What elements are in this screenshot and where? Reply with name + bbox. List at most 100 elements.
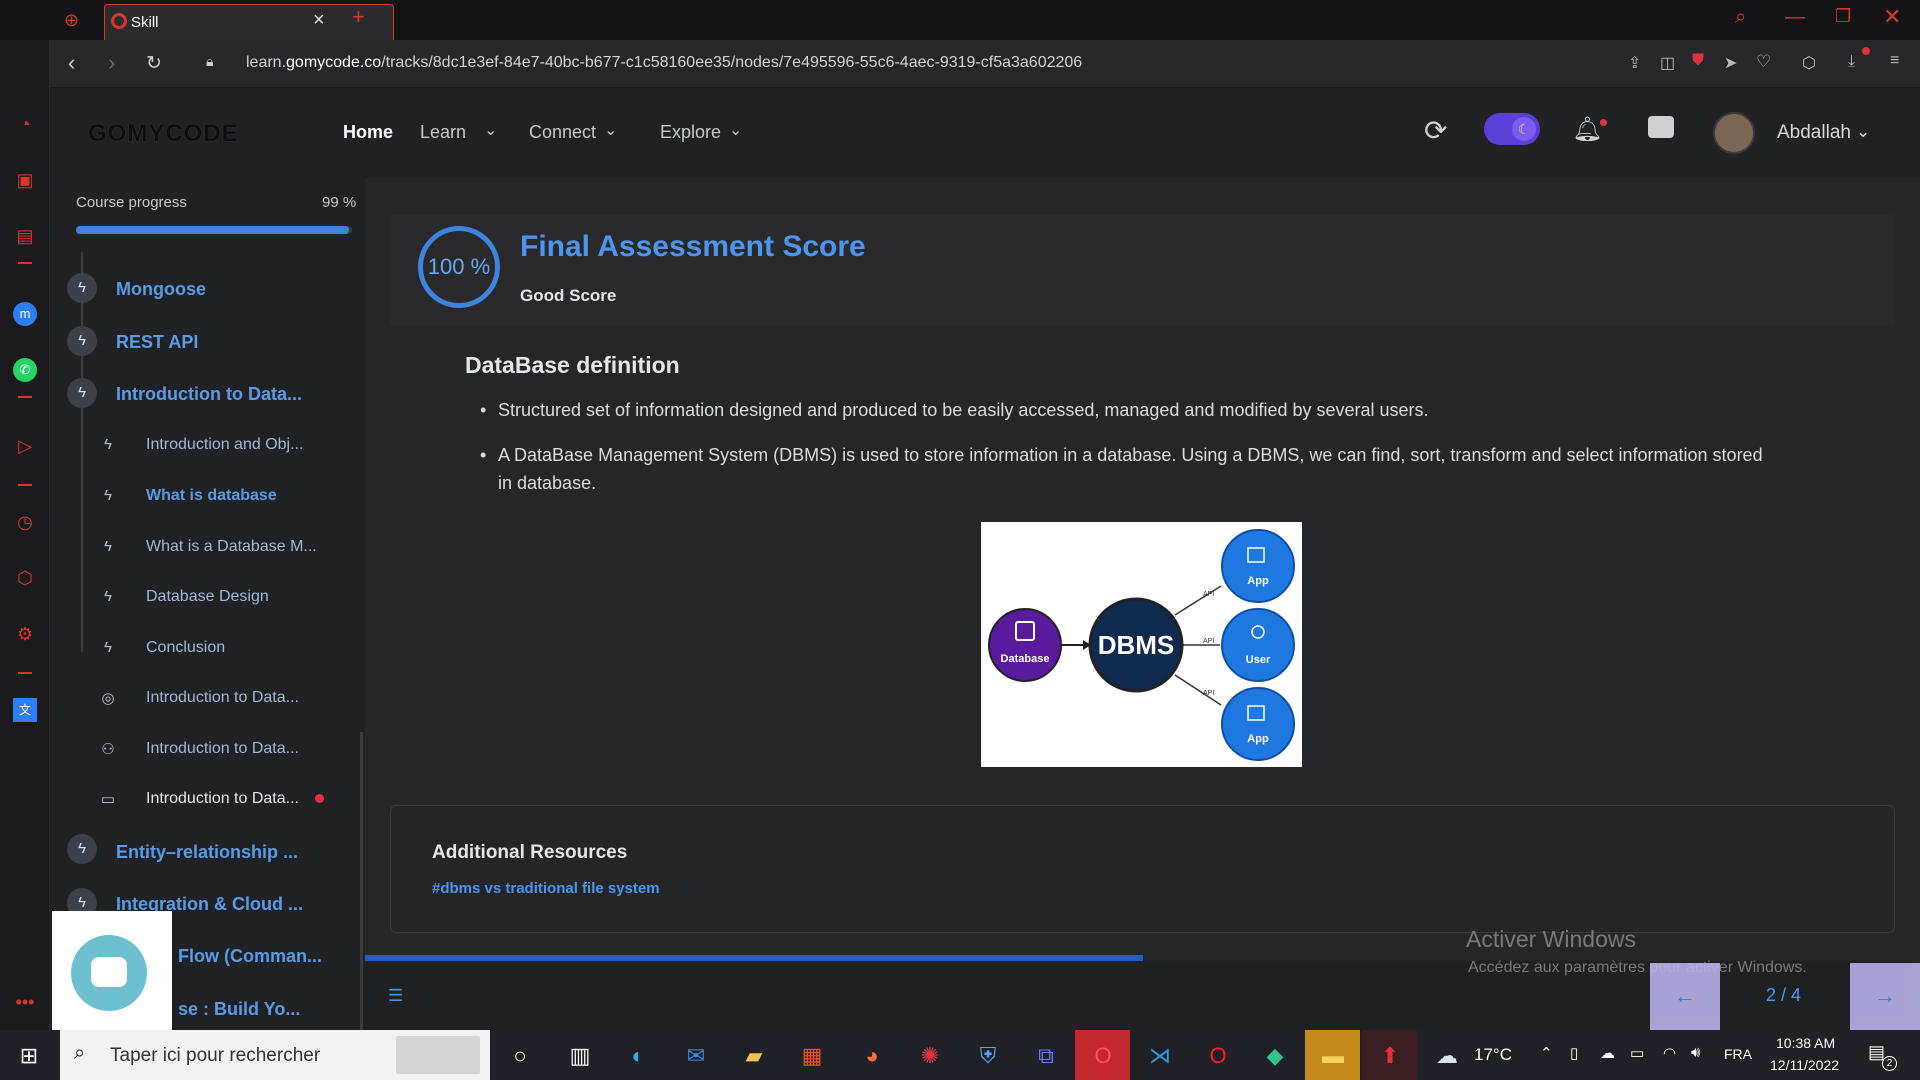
history-icon[interactable]: ◷ <box>13 510 37 534</box>
url-field[interactable]: learn.gomycode.co/tracks/8dc1e3ef-84e7-4… <box>246 54 1082 72</box>
restore-icon[interactable]: ❐ <box>1835 6 1851 27</box>
lesson-item[interactable]: Introduction to Data... <box>146 689 299 707</box>
adblock-icon[interactable]: ⛊ <box>1692 52 1704 70</box>
gomycode-logo[interactable]: GOMYCODE <box>88 120 239 148</box>
forward-icon[interactable]: › <box>108 50 115 76</box>
git-icon[interactable]: ◆ <box>1260 1041 1290 1071</box>
download-icon[interactable]: ⤓ <box>1848 53 1855 71</box>
resource-link[interactable]: #dbms vs traditional file system <box>432 880 660 897</box>
more-icon[interactable]: ••• <box>13 990 37 1014</box>
battery-icon[interactable]: ▭ <box>1630 1044 1644 1062</box>
device-icon[interactable]: ▯ <box>1570 1044 1578 1062</box>
next-button[interactable]: → <box>1850 963 1920 1030</box>
volume-icon[interactable]: 🔊︎ <box>1691 1044 1700 1061</box>
store-icon[interactable]: ▦ <box>797 1041 827 1071</box>
reload-icon[interactable]: ↻ <box>146 52 162 75</box>
new-tab-icon[interactable]: + <box>352 4 365 30</box>
previous-button[interactable]: ← <box>1650 963 1720 1030</box>
browser-sidebar: O ◔ ▣ ▤ m ✆ ▷ ◷ ⬡ ⚙ 文 ••• <box>0 0 50 1030</box>
vscode-icon[interactable]: ⋊ <box>1145 1041 1175 1071</box>
sidebar-scrollbar[interactable] <box>360 732 363 1030</box>
chapter-rest-api[interactable]: REST API <box>116 332 198 353</box>
chapter-entity-relationship[interactable]: Entity–relationship ... <box>116 842 298 863</box>
back-icon[interactable]: ‹ <box>68 50 75 76</box>
windows-start-icon[interactable]: ⊞ <box>14 1041 44 1071</box>
lesson-item[interactable]: Introduction to Data... <box>146 790 299 808</box>
settings-icon[interactable]: ⚙ <box>13 622 37 646</box>
heart-icon[interactable]: ♡ <box>1756 52 1771 72</box>
avast-icon[interactable]: ✺ <box>915 1041 945 1071</box>
weather-temp[interactable]: 17°C <box>1474 1045 1512 1065</box>
section-heading: DataBase definition <box>465 352 680 378</box>
easy-setup-icon[interactable]: ≡ <box>1890 52 1899 70</box>
user-name[interactable]: Abdallah <box>1777 122 1851 144</box>
watermark-title: Activer Windows <box>1466 926 1636 952</box>
folder-icon[interactable]: ▬ <box>1318 1041 1348 1071</box>
bell-icon[interactable]: 🔔︎ <box>1572 115 1602 144</box>
course-progress-fill <box>76 226 350 234</box>
search-tabs-icon[interactable]: ⌕ <box>1735 6 1746 29</box>
firefox-icon[interactable]: ◕ <box>857 1041 887 1071</box>
nav-home[interactable]: Home <box>343 122 393 143</box>
toc-icon[interactable]: ☰ <box>388 986 403 1006</box>
nav-learn[interactable]: Learn <box>420 122 466 143</box>
sync-icon[interactable]: ⟳ <box>1424 114 1447 147</box>
clock-date[interactable]: 12/11/2022 <box>1770 1057 1839 1073</box>
chapter-build[interactable]: se : Build Yo... <box>178 999 300 1020</box>
share-icon[interactable]: ⇪ <box>1628 53 1641 73</box>
tab-skill[interactable]: Skill × <box>104 4 394 40</box>
nav-explore[interactable]: Explore <box>660 122 721 143</box>
chat-widget-button[interactable] <box>71 935 147 1011</box>
opera-gx-icon[interactable]: O <box>1203 1041 1233 1071</box>
language-indicator[interactable]: FRA <box>1724 1046 1752 1062</box>
tray-chevron-icon[interactable]: ⌃ <box>1540 1044 1553 1062</box>
wifi-icon[interactable]: ◠ <box>1663 1044 1676 1062</box>
chapter-mongoose[interactable]: Mongoose <box>116 279 206 300</box>
chapter-intro-databases[interactable]: Introduction to Data... <box>116 384 302 405</box>
chapter-flow[interactable]: Flow (Comman... <box>178 946 322 967</box>
people-icon: ⚇ <box>101 741 115 758</box>
onedrive-icon[interactable]: ☁ <box>1600 1044 1615 1062</box>
snapshot-icon[interactable]: ◫ <box>1660 53 1675 73</box>
nav-connect[interactable]: Connect <box>529 122 596 143</box>
send-icon[interactable]: ➤ <box>1724 53 1737 73</box>
translate-icon[interactable]: 文 <box>13 698 37 722</box>
extensions-icon[interactable]: ⬡ <box>13 566 37 590</box>
edge-icon[interactable]: ◐ <box>623 1041 653 1071</box>
app-node <box>1221 687 1295 761</box>
player-icon[interactable]: ▷ <box>13 434 37 458</box>
file-explorer-icon[interactable]: ▰ <box>739 1041 769 1071</box>
task-view-icon[interactable]: ▥ <box>565 1041 595 1071</box>
clock-time[interactable]: 10:38 AM <box>1776 1035 1835 1051</box>
search-highlight-image <box>396 1036 480 1074</box>
shield-app-icon[interactable]: ⛨ <box>973 1041 1003 1071</box>
chat-bubble-icon <box>91 957 127 987</box>
lesson-item[interactable]: Introduction to Data... <box>146 740 299 758</box>
whatsapp-icon[interactable]: ✆ <box>13 358 37 382</box>
lesson-item[interactable]: What is a Database M... <box>146 538 317 556</box>
cube-icon[interactable]: ⬡ <box>1802 53 1816 73</box>
user-menu-chevron-icon[interactable]: ⌄ <box>1856 122 1870 142</box>
upload-app-icon[interactable]: ⬆ <box>1375 1041 1405 1071</box>
close-window-icon[interactable]: ✕ <box>1883 4 1901 30</box>
avatar[interactable] <box>1713 112 1755 154</box>
dark-mode-toggle[interactable]: ☾ <box>1484 113 1540 145</box>
speed-dial-icon[interactable]: ◔ <box>13 112 37 136</box>
tab-workspace-icon[interactable]: ⊕ <box>64 10 79 31</box>
lesson-item[interactable]: Database Design <box>146 588 269 606</box>
mail-icon[interactable]: ✉ <box>681 1041 711 1071</box>
remote-app-icon[interactable]: ⧉ <box>1031 1041 1061 1071</box>
opera-icon[interactable]: O <box>1088 1041 1118 1071</box>
lesson-item[interactable]: Introduction and Obj... <box>146 436 303 454</box>
cortana-icon[interactable]: ○ <box>505 1041 535 1071</box>
lesson-item[interactable]: Conclusion <box>146 639 225 657</box>
weather-icon[interactable]: ☁ <box>1432 1041 1462 1071</box>
twitch-icon[interactable]: ▤ <box>13 224 37 248</box>
lesson-item-active[interactable]: What is database <box>146 487 277 505</box>
messenger-icon[interactable]: m <box>13 302 37 326</box>
close-tab-icon[interactable]: × <box>313 9 325 32</box>
chat-icon[interactable] <box>1648 116 1674 138</box>
minimize-icon[interactable]: — <box>1785 6 1805 29</box>
taskbar-search[interactable]: ⌕ Taper ici pour rechercher <box>60 1030 490 1080</box>
shopping-icon[interactable]: ▣ <box>13 168 37 192</box>
